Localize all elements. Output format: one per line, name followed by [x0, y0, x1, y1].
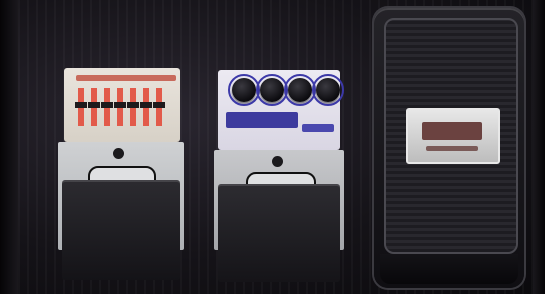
expression-pedal-badge: [406, 108, 500, 164]
eq-slider: [153, 88, 165, 126]
control-knob: [228, 74, 260, 106]
eq-slider: [114, 88, 126, 126]
expression-pedal: [374, 8, 524, 288]
eq-pedal: [58, 68, 184, 282]
expression-pedal-base: [380, 254, 518, 284]
control-knob: [284, 74, 316, 106]
control-knob: [256, 74, 288, 106]
knob-pedal: [214, 70, 344, 282]
eq-slider: [140, 88, 152, 126]
left-shadow: [0, 0, 18, 294]
eq-pedal-label-strip: [76, 75, 176, 81]
eq-pedal-footswitch: [62, 180, 180, 280]
pedal-name-plate: [226, 112, 298, 128]
knob-pedal-top-panel: [218, 70, 344, 150]
right-shadow: [533, 0, 545, 294]
eq-pedal-top-panel: [64, 68, 180, 142]
knob-pedal-footswitch: [218, 184, 340, 282]
photo-scene: [0, 0, 545, 294]
eq-slider: [75, 88, 87, 126]
led-indicator: [272, 156, 283, 167]
expression-pedal-tread: [384, 18, 518, 254]
control-knob: [312, 74, 344, 106]
model-number-plate: [302, 124, 334, 132]
eq-slider: [101, 88, 113, 126]
eq-slider: [88, 88, 100, 126]
eq-slider: [127, 88, 139, 126]
led-indicator: [113, 148, 124, 159]
